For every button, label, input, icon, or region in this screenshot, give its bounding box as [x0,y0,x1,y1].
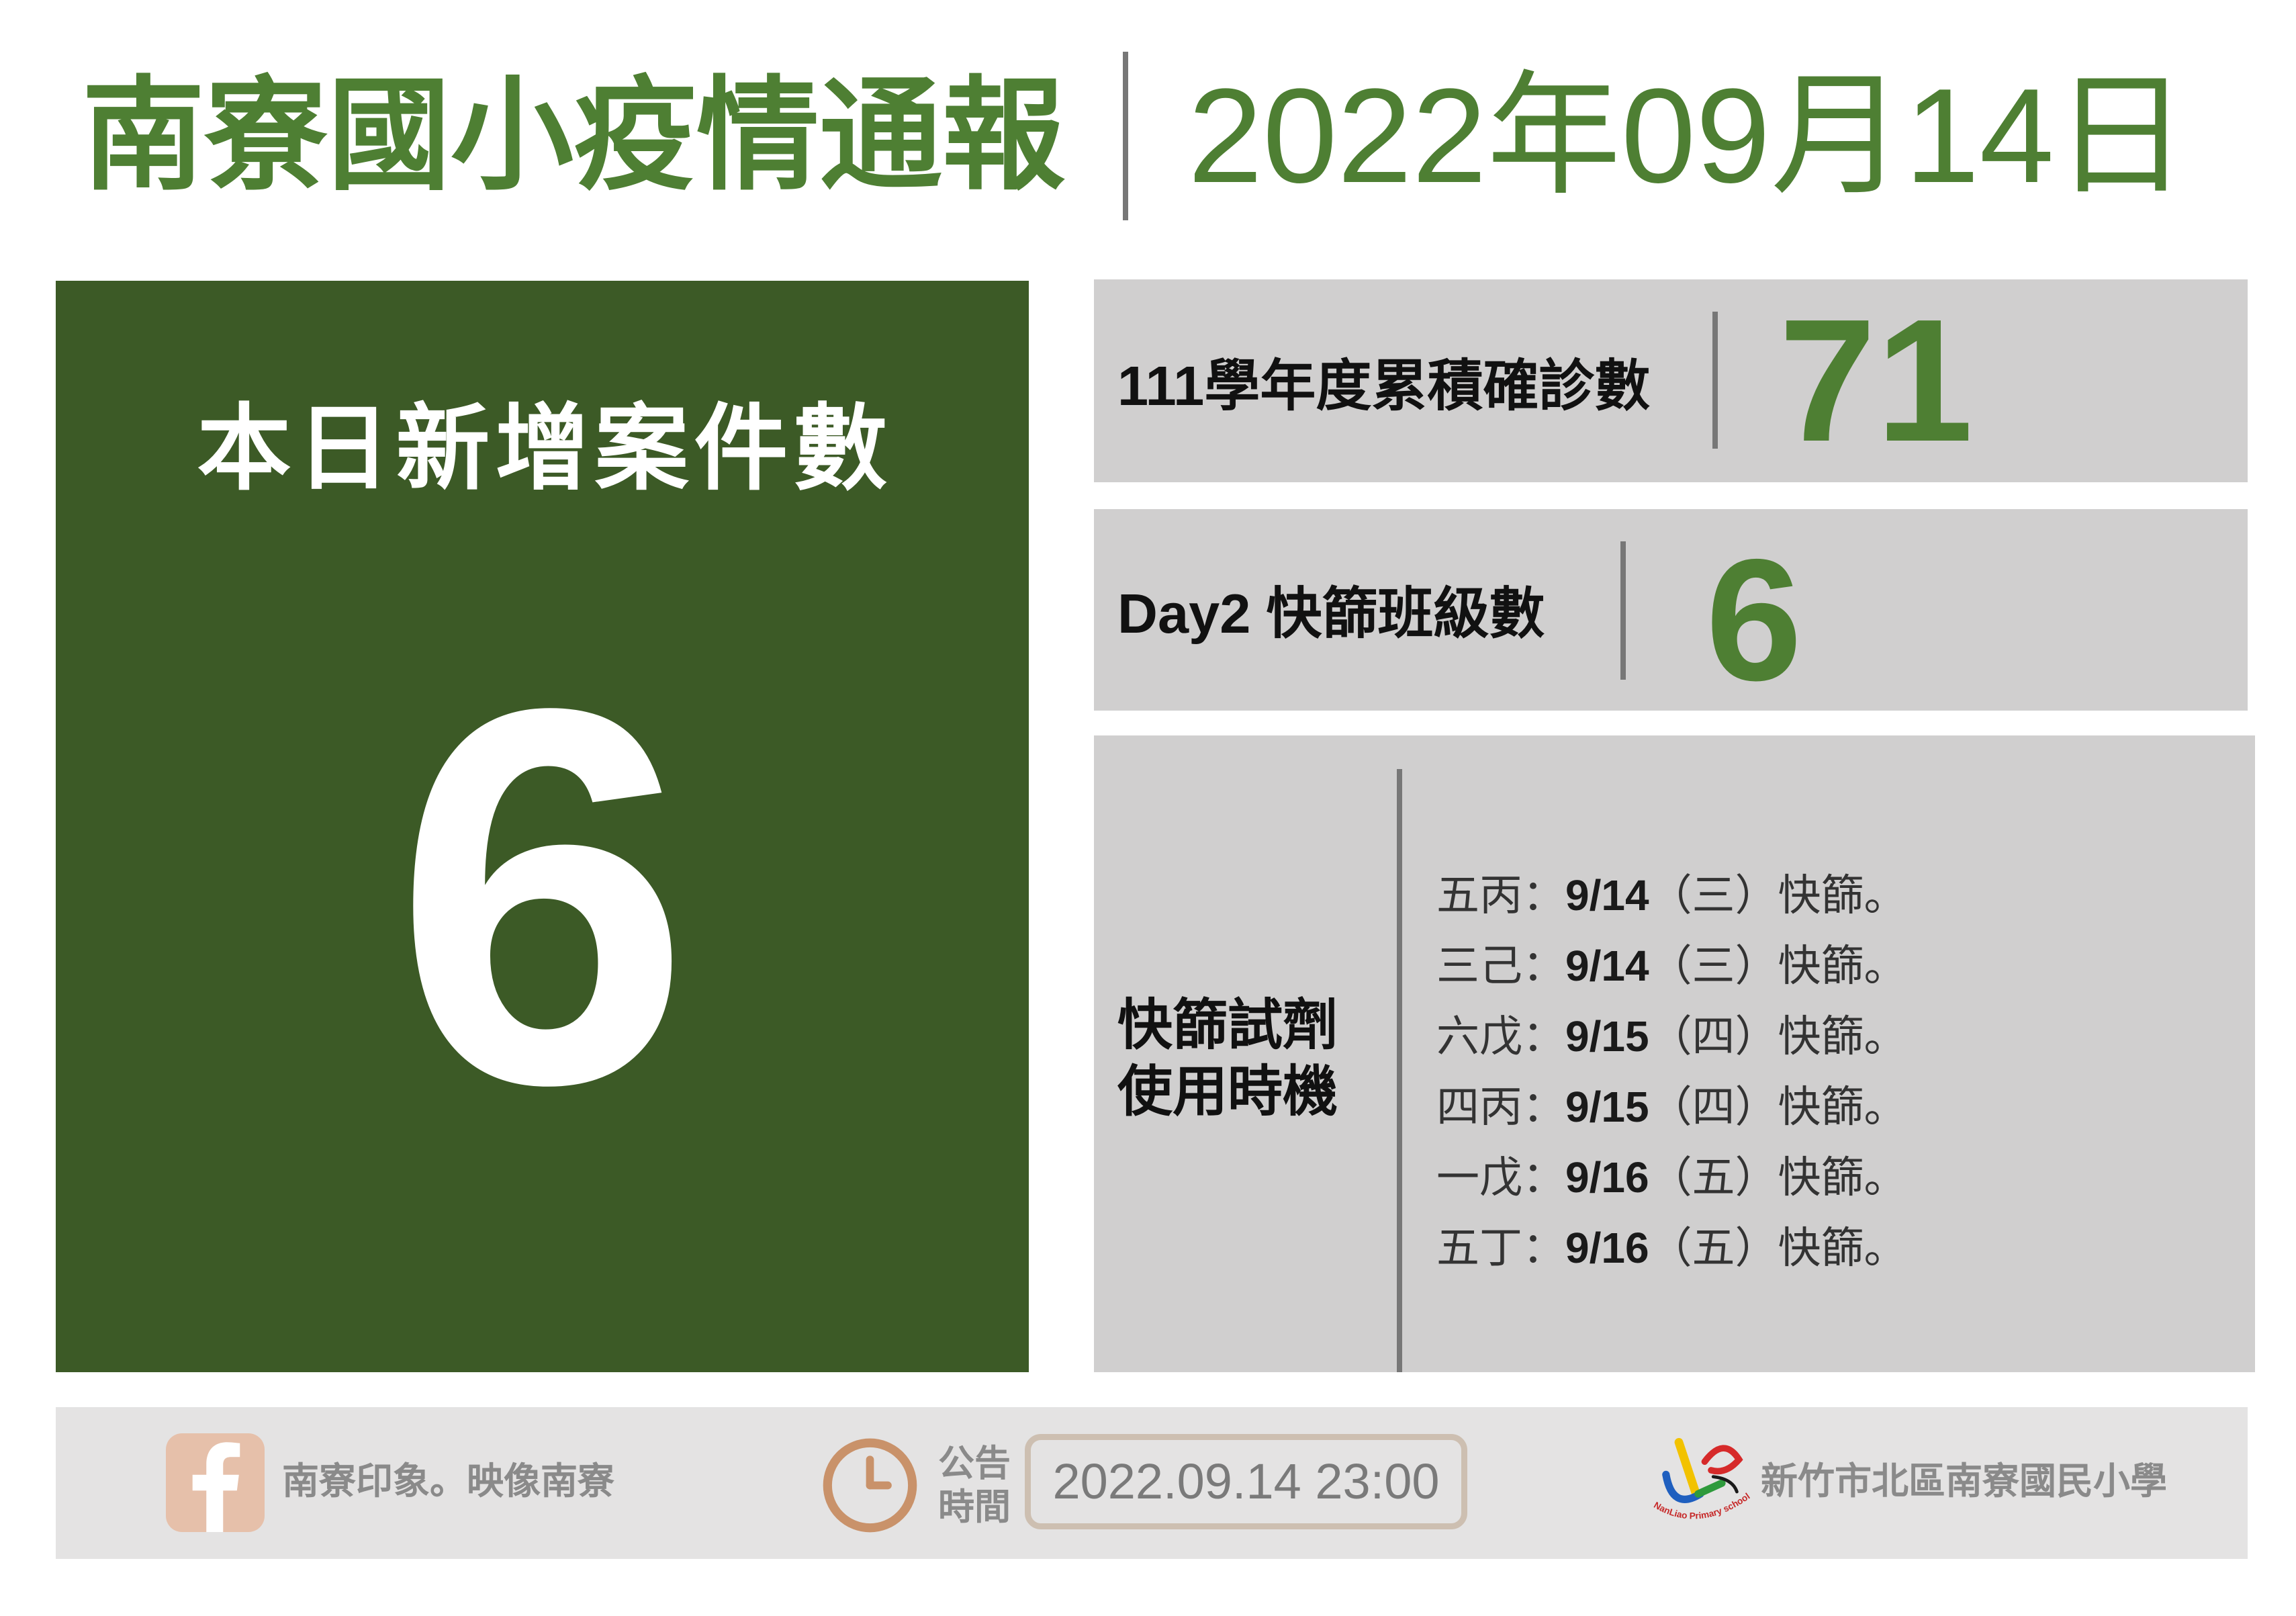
today-new-cases-panel: 本日新增案件數 6 [56,281,1029,1372]
screening-item: 三己：9/14（三）快篩。 [1436,931,1907,1001]
screening-divider [1397,769,1402,1372]
facebook-icon [166,1433,265,1532]
cumulative-cases-label: 111學年度累積確診數 [1117,355,1651,417]
announcement-label-line: 公告 [938,1443,1011,1484]
screening-item: 四丙：9/15（四）快篩。 [1436,1072,1907,1142]
poster-title: 南寮國小疫情通報 [82,66,1066,204]
report-date: 2022年09月14日 [1188,61,2189,211]
screening-item-date: 9/15 [1565,1012,1649,1061]
announcement-time: 2022.09.14 23:00 [1052,1453,1440,1509]
screening-item-class: 五丁： [1436,1224,1565,1272]
screening-item: 五丁：9/16（五）快篩。 [1436,1213,1907,1284]
announcement-time-box: 2022.09.14 23:00 [1025,1434,1467,1529]
screening-item-detail: （三）快篩。 [1649,942,1907,990]
screening-item: 五丙：9/14（三）快篩。 [1436,860,1907,931]
screening-item: 一戊：9/16（五）快篩。 [1436,1142,1907,1213]
day2-screening-classes-value: 6 [1706,523,1802,717]
screening-item-detail: （五）快篩。 [1649,1224,1907,1272]
cumulative-cases-panel: 111學年度累積確診數 71 [1094,279,2248,482]
facebook-icon-glyph [192,1442,240,1532]
screening-item-class: 六戊： [1436,1012,1565,1061]
announcement-label-line: 時間 [938,1487,1011,1527]
day2-screening-classes-label: Day2 快篩班級數 [1117,582,1545,645]
school-logo-glyph: NanLiao Primary school [1652,1438,1752,1521]
screening-schedule-list: 五丙：9/14（三）快篩。 三己：9/14（三）快篩。 六戊：9/15（四）快篩… [1436,860,1907,1284]
screening-item-detail: （四）快篩。 [1649,1012,1907,1061]
screening-item-date: 9/14 [1565,871,1649,919]
footer-bar: 南寮印象。映像南寮 公告 時間 2022.09.14 23:00 NanLiao… [56,1407,2248,1559]
clock-icon [821,1436,919,1535]
today-new-cases-label: 本日新增案件數 [197,396,893,501]
day2-screening-classes-panel: Day2 快篩班級數 6 [1094,509,2248,711]
screening-item-date: 9/16 [1565,1153,1649,1202]
epidemic-report-poster: 南寮國小疫情通報 2022年09月14日 本日新增案件數 6 111學年度累積確… [0,0,2296,1616]
today-new-cases-value: 6 [394,597,691,1195]
title-divider [1123,52,1128,220]
screening-item-class: 一戊： [1436,1153,1565,1202]
screening-item-date: 9/16 [1565,1224,1649,1272]
school-name: 新竹市北區南寮國民小學 [1761,1460,2168,1502]
screening-item-date: 9/14 [1565,942,1649,990]
stat-divider [1620,541,1626,680]
screening-item-date: 9/15 [1565,1083,1649,1131]
cumulative-cases-value: 71 [1779,283,1974,478]
screening-item: 六戊：9/15（四）快篩。 [1436,1001,1907,1072]
screening-item-detail: （四）快篩。 [1649,1083,1907,1131]
screening-schedule-panel: 快篩試劑 使用時機 五丙：9/14（三）快篩。 三己：9/14（三）快篩。 六戊… [1094,735,2255,1372]
screening-label-line: 使用時機 [1117,1061,1338,1122]
screening-item-class: 三己： [1436,942,1565,990]
facebook-page-name: 南寮印象。映像南寮 [282,1460,615,1502]
stat-divider [1712,312,1718,449]
screening-item-detail: （五）快篩。 [1649,1153,1907,1202]
screening-item-detail: （三）快篩。 [1649,871,1907,919]
screening-schedule-label: 快篩試劑 使用時機 [1117,992,1338,1125]
screening-item-class: 五丙： [1436,871,1565,919]
screening-label-line: 快篩試劑 [1117,995,1338,1056]
screening-item-class: 四丙： [1436,1083,1565,1131]
clock-icon-glyph [823,1438,917,1533]
school-logo: NanLiao Primary school [1647,1427,1754,1535]
announcement-time-label: 公告 時間 [938,1442,1011,1529]
